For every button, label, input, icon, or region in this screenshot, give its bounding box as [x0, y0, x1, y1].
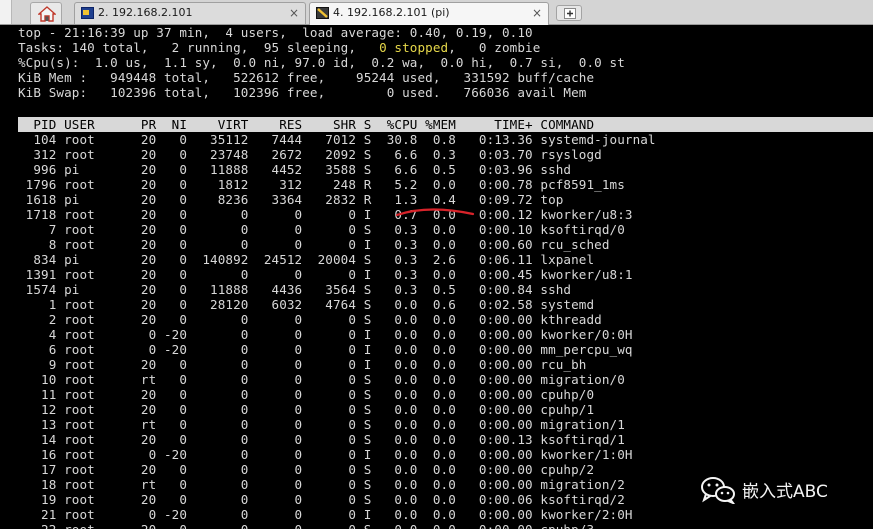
tasks-counts: Tasks: 140 total, 2 running, 95 sleeping…: [18, 40, 380, 55]
process-row: 22 root 20 0 0 0 0 S 0.0 0.0 0:00.00 cpu…: [18, 522, 594, 529]
process-row: 14 root 20 0 0 0 0 S 0.0 0.0 0:00.13 kso…: [18, 432, 625, 447]
watermark-text: 嵌入式ABC: [742, 482, 828, 502]
summary-uptime: top - 21:16:39 up 37 min, 4 users, load …: [18, 25, 533, 40]
tab-bar: 2. 192.168.2.101 × 4. 192.168.2.101 (pi)…: [0, 0, 873, 25]
process-row: 13 root rt 0 0 0 0 S 0.0 0.0 0:00.00 mig…: [18, 417, 625, 432]
process-row: 1391 root 20 0 0 0 0 I 0.3 0.0 0:00.45 k…: [18, 267, 633, 282]
process-row: 16 root 0 -20 0 0 0 I 0.0 0.0 0:00.00 kw…: [18, 447, 633, 462]
process-row: 21 root 0 -20 0 0 0 I 0.0 0.0 0:00.00 kw…: [18, 507, 633, 522]
process-row: 9 root 20 0 0 0 0 I 0.0 0.0 0:00.00 rcu_…: [18, 357, 587, 372]
tab-session-2[interactable]: 2. 192.168.2.101 ×: [74, 2, 306, 24]
process-row: 996 pi 20 0 11888 4452 3588 S 6.6 0.5 0:…: [18, 162, 572, 177]
process-row: 834 pi 20 0 140892 24512 20004 S 0.3 2.6…: [18, 252, 595, 267]
process-row: 10 root rt 0 0 0 0 S 0.0 0.0 0:00.00 mig…: [18, 372, 625, 387]
terminal-output[interactable]: top - 21:16:39 up 37 min, 4 users, load …: [0, 25, 873, 529]
summary-cpu: %Cpu(s): 1.0 us, 1.1 sy, 0.0 ni, 97.0 id…: [18, 55, 625, 70]
summary-tasks: Tasks: 140 total, 2 running, 95 sleeping…: [18, 40, 540, 55]
process-row: 312 root 20 0 23748 2672 2092 S 6.6 0.3 …: [18, 147, 602, 162]
plus-icon: [564, 8, 576, 19]
home-tab[interactable]: [30, 2, 62, 24]
process-row: 6 root 0 -20 0 0 0 I 0.0 0.0 0:00.00 mm_…: [18, 342, 633, 357]
tasks-zombie: , 0 zombie: [448, 40, 541, 55]
process-row: 4 root 0 -20 0 0 0 I 0.0 0.0 0:00.00 kwo…: [18, 327, 633, 342]
process-row: 12 root 20 0 0 0 0 S 0.0 0.0 0:00.00 cpu…: [18, 402, 595, 417]
process-row: 1 root 20 0 28120 6032 4764 S 0.0 0.6 0:…: [18, 297, 595, 312]
process-row: 1574 pi 20 0 11888 4436 3564 S 0.3 0.5 0…: [18, 282, 572, 297]
tab-label: 2. 192.168.2.101: [98, 6, 193, 19]
table-header: PID USER PR NI VIRT RES SHR S %CPU %MEM …: [18, 117, 595, 132]
wechat-icon: [701, 477, 735, 504]
process-row: 11 root 20 0 0 0 0 S 0.0 0.0 0:00.00 cpu…: [18, 387, 595, 402]
tasks-stopped: 0 stopped: [379, 40, 449, 55]
terminal-session-icon: [81, 7, 94, 19]
process-row: 1718 root 20 0 0 0 0 I 0.7 0.0 0:00.12 k…: [18, 207, 633, 222]
process-row: 7 root 20 0 0 0 0 S 0.3 0.0 0:00.10 ksof…: [18, 222, 625, 237]
process-row: 1618 pi 20 0 8236 3364 2832 R 1.3 0.4 0:…: [18, 192, 564, 207]
process-row: 2 root 20 0 0 0 0 S 0.0 0.0 0:00.00 kthr…: [18, 312, 602, 327]
process-row: 18 root rt 0 0 0 0 S 0.0 0.0 0:00.00 mig…: [18, 477, 625, 492]
process-row: 104 root 20 0 35112 7444 7012 S 30.8 0.8…: [18, 132, 656, 147]
process-row: 17 root 20 0 0 0 0 S 0.0 0.0 0:00.00 cpu…: [18, 462, 595, 477]
process-row: 1796 root 20 0 1812 312 248 R 5.2 0.0 0:…: [18, 177, 625, 192]
home-icon: [38, 6, 56, 22]
summary-swap: KiB Swap: 102396 total, 102396 free, 0 u…: [18, 85, 587, 100]
process-row: 19 root 20 0 0 0 0 S 0.0 0.0 0:00.06 kso…: [18, 492, 625, 507]
close-icon[interactable]: ×: [532, 3, 542, 23]
process-row: 8 root 20 0 0 0 0 I 0.3 0.0 0:00.60 rcu_…: [18, 237, 610, 252]
tab-session-4[interactable]: 4. 192.168.2.101 (pi) ×: [309, 2, 549, 25]
window-edge: [0, 0, 12, 24]
new-tab-button[interactable]: [556, 5, 582, 21]
close-icon[interactable]: ×: [289, 3, 299, 23]
terminal-session-icon: [316, 7, 329, 19]
tab-label: 4. 192.168.2.101 (pi): [333, 6, 450, 19]
red-underline-annotation: [395, 208, 475, 217]
summary-mem: KiB Mem : 949448 total, 522612 free, 952…: [18, 70, 595, 85]
